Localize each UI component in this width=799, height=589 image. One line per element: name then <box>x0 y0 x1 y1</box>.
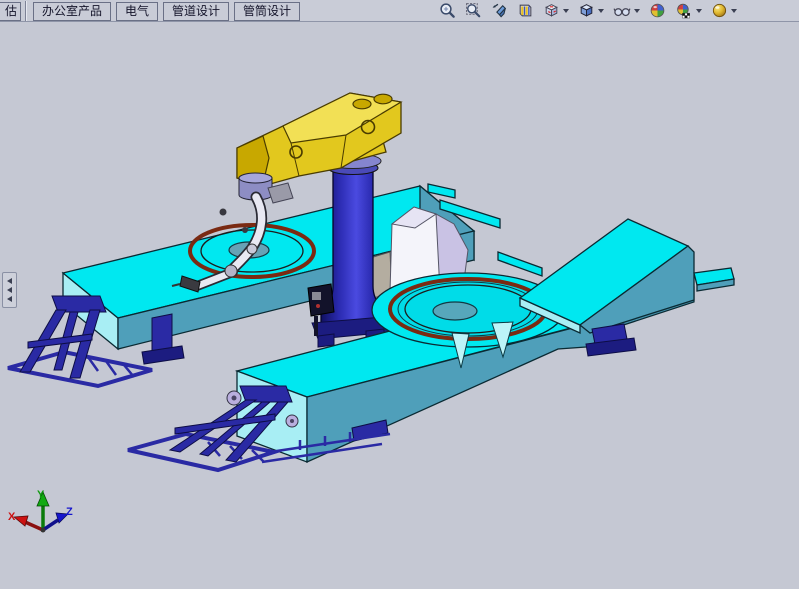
left-arrow-icon <box>7 296 12 302</box>
view-orientation-button[interactable] <box>543 0 569 21</box>
hide-show-items-icon <box>613 2 631 19</box>
previous-view-icon <box>491 2 508 19</box>
view-settings-icon <box>711 2 728 19</box>
left-arrow-icon <box>7 278 12 284</box>
dropdown-caret[interactable] <box>634 9 640 13</box>
heads-up-view-toolbar <box>439 0 799 21</box>
dropdown-caret[interactable] <box>563 9 569 13</box>
triad-x-label: X <box>8 511 16 523</box>
triad-y-label: Y <box>37 489 45 501</box>
tab-office-products[interactable]: 办公室产品 <box>33 2 111 21</box>
dropdown-caret[interactable] <box>696 9 702 13</box>
tab-tubing-design[interactable]: 管筒设计 <box>234 2 300 21</box>
solidworks-window: 估 办公室产品 电气 管道设计 管筒设计 <box>0 0 799 589</box>
left-arrow-icon <box>7 287 12 293</box>
edit-appearance-icon <box>649 2 666 19</box>
tab-electrical[interactable]: 电气 <box>116 2 158 21</box>
tab-piping-design[interactable]: 管道设计 <box>163 2 229 21</box>
command-toolbar: 估 办公室产品 电气 管道设计 管筒设计 <box>0 0 799 22</box>
dropdown-caret[interactable] <box>598 9 604 13</box>
front-beam-hole <box>433 302 477 320</box>
section-view-icon <box>517 2 534 19</box>
command-tabs: 估 办公室产品 电气 管道设计 管筒设计 <box>0 0 300 21</box>
display-style-button[interactable] <box>578 0 604 21</box>
zoom-to-fit-icon <box>439 2 456 19</box>
display-style-icon <box>578 2 595 19</box>
graphics-viewport[interactable]: X Y Z <box>0 0 799 589</box>
model-scene: X Y Z <box>0 0 799 589</box>
orientation-triad: X Y Z <box>8 489 73 533</box>
zoom-to-area-icon <box>465 2 482 19</box>
triad-z-label: Z <box>66 506 73 518</box>
apply-scene-icon <box>675 2 693 19</box>
tab-evaluate-partial[interactable]: 估 <box>0 2 21 21</box>
view-orientation-icon <box>543 2 560 19</box>
tab-divider <box>25 1 27 21</box>
zoom-to-area-button[interactable] <box>465 0 482 21</box>
feature-tree-collapse-button[interactable] <box>2 272 17 308</box>
edit-appearance-button[interactable] <box>649 0 666 21</box>
hide-show-items-button[interactable] <box>613 0 640 21</box>
robot-boom-arm[interactable] <box>237 93 401 186</box>
apply-scene-button[interactable] <box>675 0 702 21</box>
view-settings-button[interactable] <box>711 0 737 21</box>
previous-view-button[interactable] <box>491 0 508 21</box>
dropdown-caret[interactable] <box>731 9 737 13</box>
section-view-button[interactable] <box>517 0 534 21</box>
zoom-to-fit-button[interactable] <box>439 0 456 21</box>
